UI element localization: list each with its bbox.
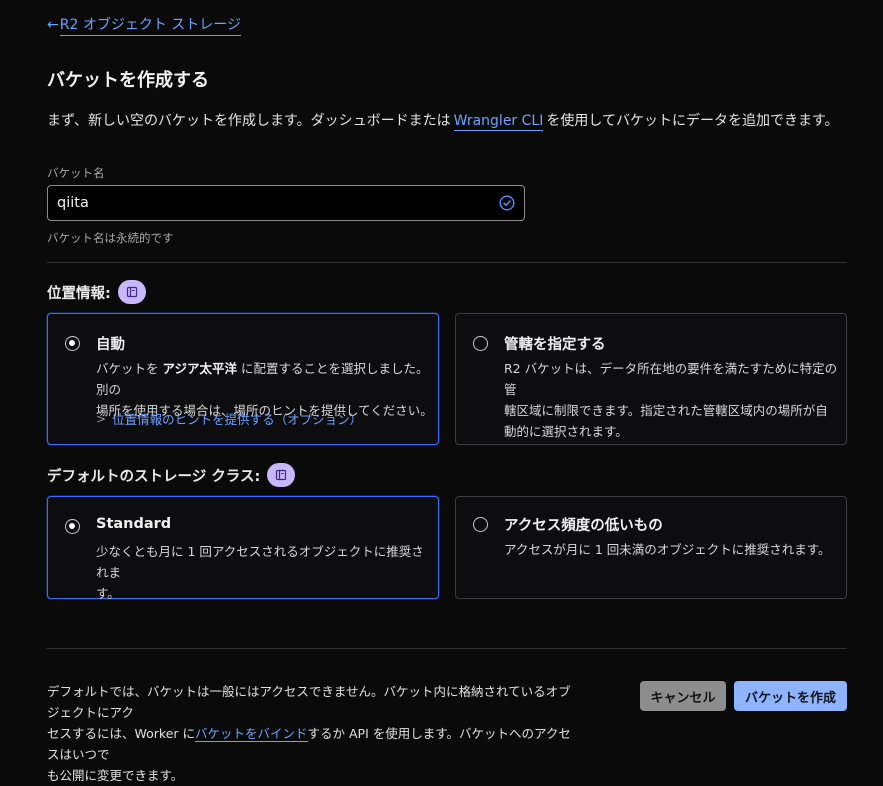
intro-before: まず、新しい空のバケットを作成します。ダッシュボードまたは <box>47 113 451 129</box>
create-bucket-button[interactable]: バケットを作成 <box>734 681 847 711</box>
desc-line3: 動的に選択されます。 <box>504 424 628 439</box>
back-link-label: R2 オブジェクト ストレージ <box>59 14 241 36</box>
desc-region: アジア太平洋 <box>162 361 238 376</box>
intro-after: を使用してバケットにデータを追加できます。 <box>546 113 839 129</box>
desc-prefix: バケットを <box>96 361 159 376</box>
hint-link-label: 位置情報のヒントを提供する（オプション） <box>112 412 363 427</box>
cancel-button[interactable]: キャンセル <box>640 681 726 711</box>
footer-line2-before: セスするには、Worker に <box>47 726 196 741</box>
intro-text: まず、新しい空のバケットを作成します。ダッシュボードまたは Wrangler CL… <box>47 110 839 131</box>
divider <box>47 262 847 263</box>
bind-bucket-link[interactable]: バケットをバインド <box>195 726 308 742</box>
desc-line2: す。 <box>96 586 120 601</box>
location-title-text: 位置情報: <box>47 285 111 302</box>
location-option-jurisdiction[interactable]: 管轄を指定する R2 バケットは、データ所在地の要件を満たすために特定の管 轄区… <box>455 313 847 445</box>
option-title: 自動 <box>96 337 125 353</box>
storage-class-section-title: デフォルトのストレージ クラス: <box>47 463 296 487</box>
chevron-right-icon: > <box>96 411 107 426</box>
storage-class-option-standard[interactable]: Standard 少なくとも月に 1 回アクセスされるオブジェクトに推奨されま … <box>47 496 439 601</box>
radio-infrequent-access[interactable] <box>473 517 488 532</box>
option-title: 管轄を指定する <box>504 337 606 353</box>
option-title: Standard <box>96 516 172 532</box>
check-circle-icon <box>499 195 515 211</box>
access-info-text: デフォルトでは、バケットは一般にはアクセスできません。バケット内に格納されている… <box>47 681 582 786</box>
radio-automatic[interactable] <box>65 336 80 351</box>
footer-line1: デフォルトでは、バケットは一般にはアクセスできません。バケット内に格納されている… <box>47 684 571 720</box>
storage-class-title-text: デフォルトのストレージ クラス: <box>47 468 261 485</box>
bucket-name-label: バケット名 <box>47 166 105 180</box>
book-icon[interactable] <box>267 463 296 487</box>
location-hint-link[interactable]: > 位置情報のヒントを提供する（オプション） <box>96 409 362 428</box>
desc-line2: 轄区域に制限できます。指定された管轄区域内の場所が自 <box>504 403 828 418</box>
location-option-automatic[interactable]: 自動 バケットを アジア太平洋 に配置することを選択しました。別の 場所を使用す… <box>47 313 439 445</box>
option-title: アクセス頻度の低いもの <box>504 518 663 534</box>
option-description: アクセスが月に 1 回未満のオブジェクトに推奨されます。 <box>504 539 844 560</box>
bucket-name-help: バケット名は永続的です <box>47 231 174 245</box>
footer-line3: も公開に変更できます。 <box>47 768 184 783</box>
radio-jurisdiction[interactable] <box>473 336 488 351</box>
page-title: バケットを作成する <box>47 70 209 91</box>
back-arrow-icon: ← <box>47 17 59 33</box>
location-section-title: 位置情報: <box>47 280 146 304</box>
wrangler-cli-link[interactable]: Wrangler CLI <box>453 113 544 131</box>
bucket-name-field[interactable] <box>47 185 525 221</box>
option-description: R2 バケットは、データ所在地の要件を満たすために特定の管 轄区域に制限できます… <box>504 358 844 442</box>
desc-line1: R2 バケットは、データ所在地の要件を満たすために特定の管 <box>504 361 838 397</box>
desc-line1: 少なくとも月に 1 回アクセスされるオブジェクトに推奨されま <box>96 544 424 580</box>
desc-line1: アクセスが月に 1 回未満のオブジェクトに推奨されます。 <box>504 542 831 557</box>
divider <box>47 648 847 649</box>
book-icon[interactable] <box>117 280 146 304</box>
storage-class-option-infrequent[interactable]: アクセス頻度の低いもの アクセスが月に 1 回未満のオブジェクトに推奨されます。 <box>455 496 847 599</box>
option-description: 少なくとも月に 1 回アクセスされるオブジェクトに推奨されま す。 <box>96 541 436 604</box>
back-to-r2-link[interactable]: ← R2 オブジェクト ストレージ <box>47 14 241 36</box>
bucket-name-input[interactable] <box>48 194 499 212</box>
radio-standard[interactable] <box>65 519 80 534</box>
